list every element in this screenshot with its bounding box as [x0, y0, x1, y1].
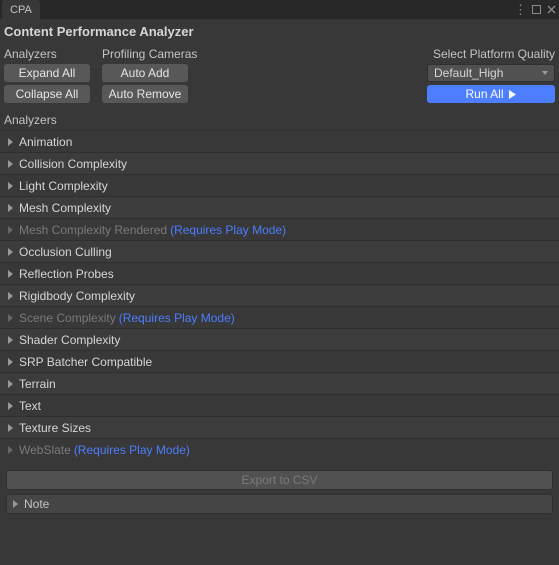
analyzer-label: Light Complexity [19, 179, 108, 193]
analyzer-label: Rigidbody Complexity [19, 289, 135, 303]
chevron-right-icon [8, 292, 13, 300]
analyzer-row[interactable]: Animation [0, 130, 559, 152]
requires-play-mode-badge: (Requires Play Mode) [74, 443, 190, 457]
chevron-right-icon [8, 358, 13, 366]
cameras-col-label: Profiling Cameras [102, 44, 197, 64]
analyzer-label: Mesh Complexity Rendered [19, 223, 167, 237]
note-foldout[interactable]: Note [6, 494, 553, 514]
note-label: Note [24, 497, 49, 511]
collapse-all-button[interactable]: Collapse All [4, 85, 90, 103]
play-icon [508, 90, 517, 99]
analyzer-row[interactable]: Texture Sizes [0, 416, 559, 438]
analyzer-row[interactable]: Light Complexity [0, 174, 559, 196]
chevron-right-icon [13, 500, 18, 508]
platform-column: Select Platform Quality Default_High Run… [427, 44, 555, 103]
close-icon[interactable] [546, 4, 557, 15]
analyzer-row[interactable]: Mesh Complexity [0, 196, 559, 218]
chevron-right-icon [8, 402, 13, 410]
analyzer-label: Scene Complexity [19, 311, 116, 325]
maximize-icon[interactable] [531, 4, 542, 15]
chevron-right-icon [8, 446, 13, 454]
platform-quality-dropdown[interactable]: Default_High [427, 64, 555, 82]
analyzers-column: Analyzers Expand All Collapse All [4, 44, 90, 103]
platform-label: Select Platform Quality [427, 44, 555, 64]
top-controls: Analyzers Expand All Collapse All Profil… [0, 44, 559, 107]
cameras-column: Profiling Cameras Auto Add Auto Remove [102, 44, 197, 103]
analyzer-row[interactable]: Terrain [0, 372, 559, 394]
run-all-label: Run All [465, 87, 503, 101]
chevron-right-icon [8, 182, 13, 190]
analyzer-label: Collision Complexity [19, 157, 127, 171]
chevron-right-icon [8, 138, 13, 146]
platform-quality-selected: Default_High [434, 66, 503, 80]
analyzer-row[interactable]: Reflection Probes [0, 262, 559, 284]
menu-icon[interactable]: ⋮ [514, 2, 527, 18]
window-controls: ⋮ [514, 0, 559, 19]
analyzer-row[interactable]: WebSlate(Requires Play Mode) [0, 438, 559, 460]
analyzers-section-label: Analyzers [0, 107, 559, 130]
analyzer-label: Shader Complexity [19, 333, 120, 347]
export-csv-button[interactable]: Export to CSV [6, 470, 553, 490]
analyzer-label: Terrain [19, 377, 56, 391]
auto-add-button[interactable]: Auto Add [102, 64, 188, 82]
analyzer-label: Occlusion Culling [19, 245, 112, 259]
chevron-right-icon [8, 380, 13, 388]
analyzer-label: Texture Sizes [19, 421, 91, 435]
auto-remove-button[interactable]: Auto Remove [102, 85, 188, 103]
tab-bar: CPA ⋮ [0, 0, 559, 19]
chevron-right-icon [8, 270, 13, 278]
chevron-right-icon [8, 248, 13, 256]
analyzer-label: Mesh Complexity [19, 201, 111, 215]
page-title: Content Performance Analyzer [0, 19, 559, 44]
chevron-right-icon [8, 336, 13, 344]
analyzer-label: Reflection Probes [19, 267, 114, 281]
analyzer-row[interactable]: Scene Complexity(Requires Play Mode) [0, 306, 559, 328]
chevron-right-icon [8, 160, 13, 168]
chevron-right-icon [8, 314, 13, 322]
analyzer-label: Text [19, 399, 41, 413]
analyzer-row[interactable]: Mesh Complexity Rendered(Requires Play M… [0, 218, 559, 240]
analyzer-row[interactable]: Rigidbody Complexity [0, 284, 559, 306]
analyzer-label: SRP Batcher Compatible [19, 355, 152, 369]
tab-label: CPA [10, 4, 32, 16]
tab-cpa[interactable]: CPA [2, 0, 40, 19]
chevron-right-icon [8, 424, 13, 432]
analyzer-label: WebSlate [19, 443, 71, 457]
analyzer-row[interactable]: Text [0, 394, 559, 416]
analyzer-row[interactable]: Shader Complexity [0, 328, 559, 350]
requires-play-mode-badge: (Requires Play Mode) [119, 311, 235, 325]
run-all-button[interactable]: Run All [427, 85, 555, 103]
analyzer-label: Animation [19, 135, 72, 149]
analyzers-col-label: Analyzers [4, 44, 90, 64]
analyzer-row[interactable]: SRP Batcher Compatible [0, 350, 559, 372]
expand-all-button[interactable]: Expand All [4, 64, 90, 82]
analyzer-row[interactable]: Occlusion Culling [0, 240, 559, 262]
analyzer-list: Animation Collision Complexity Light Compl… [0, 130, 559, 460]
chevron-right-icon [8, 226, 13, 234]
analyzer-row[interactable]: Collision Complexity [0, 152, 559, 174]
requires-play-mode-badge: (Requires Play Mode) [170, 223, 286, 237]
export-csv-label: Export to CSV [241, 473, 317, 487]
chevron-right-icon [8, 204, 13, 212]
